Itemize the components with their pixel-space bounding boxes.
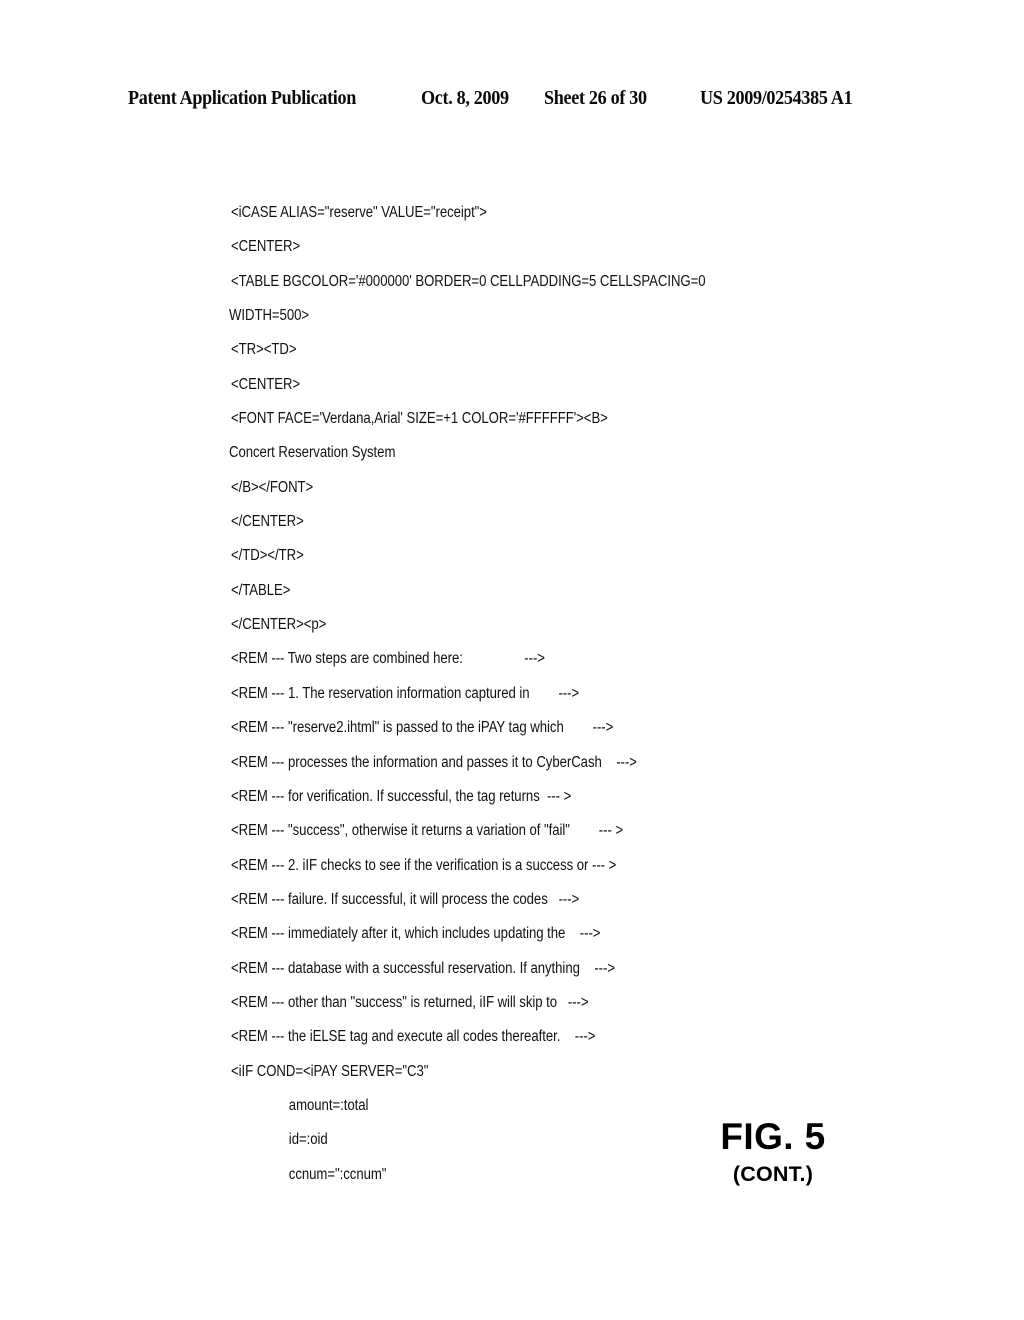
code-line: <FONT FACE='Verdana,Arial' SIZE=+1 COLOR… xyxy=(231,410,608,428)
code-line: <REM --- immediately after it, which inc… xyxy=(231,925,601,943)
code-line: </CENTER><p> xyxy=(231,616,327,634)
code-line: Concert Reservation System xyxy=(229,444,396,462)
figure-label: FIG. 5 xyxy=(720,1116,826,1157)
code-line: <iCASE ALIAS="reserve" VALUE="receipt"> xyxy=(231,204,487,221)
code-line: </B></FONT> xyxy=(231,478,314,496)
publication-type-label: Patent Application Publication xyxy=(128,88,357,109)
code-line: <REM --- "reserve2.ihtml" is passed to t… xyxy=(231,719,614,737)
code-line: <REM --- Two steps are combined here: --… xyxy=(231,650,545,668)
code-line: <TR><TD> xyxy=(231,341,297,359)
publication-number-label: US 2009/0254385 A1 xyxy=(700,88,853,109)
code-line: <REM --- failure. If successful, it will… xyxy=(231,890,580,908)
sheet-number-label: Sheet 26 of 30 xyxy=(543,88,647,109)
patent-page: Patent Application Publication Oct. 8, 2… xyxy=(0,0,1024,1320)
figure-continuation-label: (CONT.) xyxy=(732,1162,814,1186)
running-head: Patent Application Publication Oct. 8, 2… xyxy=(128,88,896,114)
code-line: <CENTER> xyxy=(231,238,301,256)
code-line: <REM --- database with a successful rese… xyxy=(231,959,615,977)
code-line: <REM --- "success", otherwise it returns… xyxy=(231,822,624,840)
code-listing: <iCASE ALIAS="reserve" VALUE="receipt"> <… xyxy=(229,196,831,1192)
code-line: <iIF COND=<iPAY SERVER="C3" xyxy=(231,1062,429,1080)
code-line: </CENTER> xyxy=(231,513,304,531)
code-line: <TABLE BGCOLOR='#000000' BORDER=0 CELLPA… xyxy=(231,272,706,290)
figure-caption: FIG. 5 (CONT.) xyxy=(653,1116,893,1187)
code-line: <REM --- 2. iIF checks to see if the ver… xyxy=(231,856,617,874)
code-line: <REM --- the iELSE tag and execute all c… xyxy=(231,1028,596,1046)
code-line: <REM --- for verification. If successful… xyxy=(231,787,572,805)
code-line: </TABLE> xyxy=(231,581,291,599)
publication-date-label: Oct. 8, 2009 xyxy=(421,88,509,109)
code-line: </TD></TR> xyxy=(231,547,304,565)
code-line: <REM --- processes the information and p… xyxy=(231,753,637,771)
code-line: <REM --- other than "success" is returne… xyxy=(231,993,589,1011)
code-line: <REM --- 1. The reservation information … xyxy=(231,684,580,702)
code-line: WIDTH=500> xyxy=(229,307,310,325)
code-line: <CENTER> xyxy=(231,375,301,393)
